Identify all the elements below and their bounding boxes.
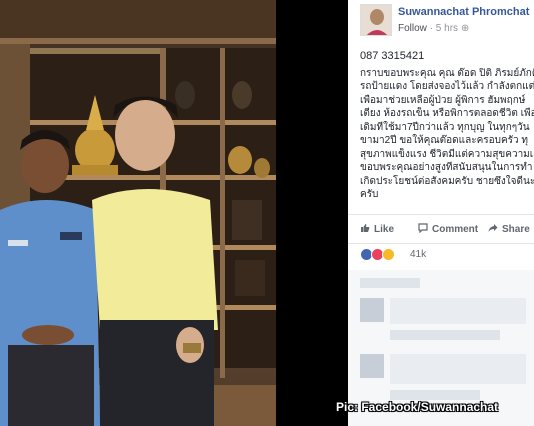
post-meta: Follow · 5 hrs ⊕ [398, 23, 469, 34]
post-time[interactable]: 5 hrs [436, 23, 458, 34]
comment-placeholder [360, 278, 420, 288]
comment-placeholder [390, 330, 500, 340]
post-line: ขอบพระคุณอย่างสูงที่สนับสนุนในการทำ [360, 162, 533, 173]
globe-icon: ⊕ [460, 23, 470, 34]
author-name[interactable]: Suwannachat Phromchat [398, 6, 529, 18]
post-photo[interactable] [0, 0, 276, 426]
comment-avatar [360, 298, 384, 322]
divider-gap [276, 0, 348, 426]
post-line: เพื่อมาช่วยเหลือผู้ป่วย ผู้พิการ ฮัมพฤกษ… [360, 94, 526, 106]
comment-icon [418, 223, 428, 233]
photo-credit-caption: Pic: Facebook/Suwannachat [336, 400, 499, 414]
reaction-count: 41k [410, 249, 427, 260]
comment-placeholder [390, 390, 480, 400]
share-button[interactable]: Share [488, 223, 530, 235]
facebook-post-card: Suwannachat Phromchat Follow · 5 hrs ⊕ 0… [348, 0, 534, 426]
follow-link[interactable]: Follow [398, 23, 427, 34]
share-icon [488, 224, 498, 232]
post-line: เกิดประโยชน์ต่อสังคมครับ ชายซึ่งใจดีนะ [360, 175, 534, 187]
like-button[interactable]: Like [360, 223, 394, 235]
comment-placeholder [390, 354, 526, 384]
post-line: ครับ [360, 189, 379, 200]
avatar[interactable] [360, 4, 392, 36]
post-line: สุขภาพแข็งแรง ชีวิตมีแต่ความสุขความเ [360, 148, 534, 160]
like-label: Like [374, 224, 395, 235]
comment-avatar [360, 354, 384, 378]
post-line: ขามา2ปี ขอให้คุณต๊อดและครอบครัว ทุ [360, 135, 529, 146]
post-line: กราบขอบพระคุณ คุณ ต๊อด ปิติ ภิรมย์ภักดี [360, 67, 534, 79]
haha-reaction-icon [382, 248, 395, 261]
post-body: 087 3315421 กราบขอบพระคุณ คุณ ต๊อด ปิติ … [360, 50, 534, 202]
post-phone: 087 3315421 [360, 50, 425, 62]
comment-button[interactable]: Comment [418, 223, 478, 235]
comment-label: Comment [432, 224, 479, 235]
post-actions: Like Comment Share [348, 214, 534, 244]
share-label: Share [502, 224, 530, 235]
photo-scene [0, 0, 276, 426]
post-header: Suwannachat Phromchat Follow · 5 hrs ⊕ [348, 0, 534, 42]
post-line: เตียง ห้องรถเข็น หรือพิการตลอดชีวิต เพื่… [360, 108, 534, 119]
post-line: เดิมที่ใช้มา7ปีกว่าแล้ว ทุกบุญ ในทุกๆวัน [360, 121, 530, 133]
post-line: รถป้ายแดง โดยส่งจองไว้แล้ว กำลังตกแต่ [360, 81, 534, 92]
thumbs-up-icon [361, 224, 370, 232]
comment-placeholder [390, 298, 526, 324]
